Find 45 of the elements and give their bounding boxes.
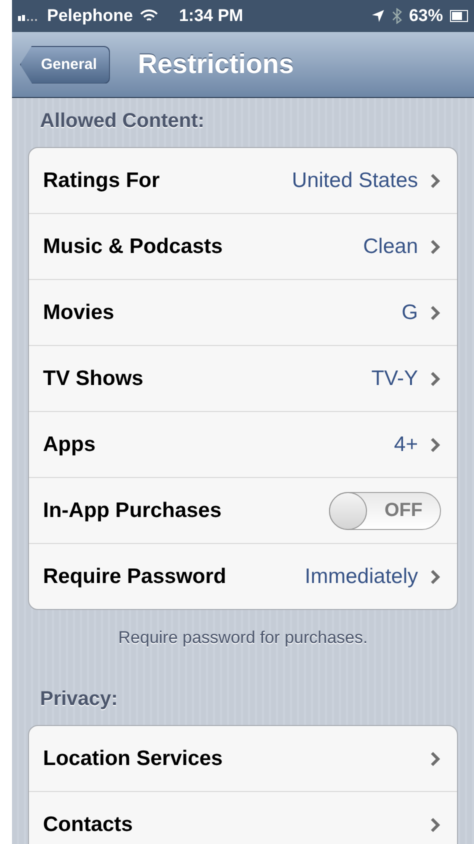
nav-title: Restrictions [138, 49, 294, 80]
row-value: Clean [363, 234, 418, 258]
row-value: United States [292, 168, 418, 192]
location-arrow-icon [370, 9, 385, 23]
battery-percent: 63% [408, 6, 443, 26]
wifi-icon [140, 9, 158, 23]
chevron-icon [430, 172, 441, 188]
toggle-switch[interactable]: OFF [329, 492, 441, 530]
settings-row[interactable]: Ratings For United States [29, 148, 457, 213]
row-label: Contacts [43, 812, 133, 836]
row-label: Require Password [43, 564, 226, 588]
settings-row[interactable]: Music & Podcasts Clean [29, 213, 457, 279]
row-label: Music & Podcasts [43, 234, 223, 258]
settings-row[interactable]: TV Shows TV-Y [29, 345, 457, 411]
row-label: In-App Purchases [43, 498, 222, 522]
chevron-icon [430, 568, 441, 584]
battery-icon [450, 10, 468, 22]
chevron-icon [430, 816, 441, 832]
section-header: Privacy: [39, 688, 119, 712]
row-label: Movies [43, 300, 114, 324]
chevron-icon [430, 238, 441, 254]
back-button[interactable]: General [20, 46, 110, 84]
row-value: 4+ [394, 432, 418, 456]
row-label: Location Services [43, 746, 223, 770]
chevron-icon [430, 750, 441, 766]
settings-row[interactable]: Location Services [29, 726, 457, 791]
chevron-icon [430, 304, 441, 320]
row-label: Ratings For [43, 168, 160, 192]
row-label: TV Shows [43, 366, 144, 390]
row-value: TV-Y [371, 366, 418, 390]
settings-row[interactable]: Apps 4+ [29, 411, 457, 477]
settings-row[interactable]: Movies G [29, 279, 457, 345]
settings-row[interactable]: In-App Purchases OFF [29, 477, 457, 543]
settings-row[interactable]: Contacts [29, 791, 457, 844]
chevron-icon [430, 370, 441, 386]
section-footer: Require password for purchases. [28, 610, 458, 688]
row-label: Apps [43, 432, 96, 456]
row-value: G [402, 300, 418, 324]
section-header: Allowed Content: [39, 110, 206, 134]
carrier-name: Pelephone [47, 6, 133, 26]
row-value: Immediately [304, 564, 418, 588]
settings-row[interactable]: Require Password Immediately [29, 543, 457, 609]
chevron-icon [430, 436, 441, 452]
status-time: 1:34 PM [178, 6, 244, 26]
bluetooth-icon [392, 8, 402, 24]
